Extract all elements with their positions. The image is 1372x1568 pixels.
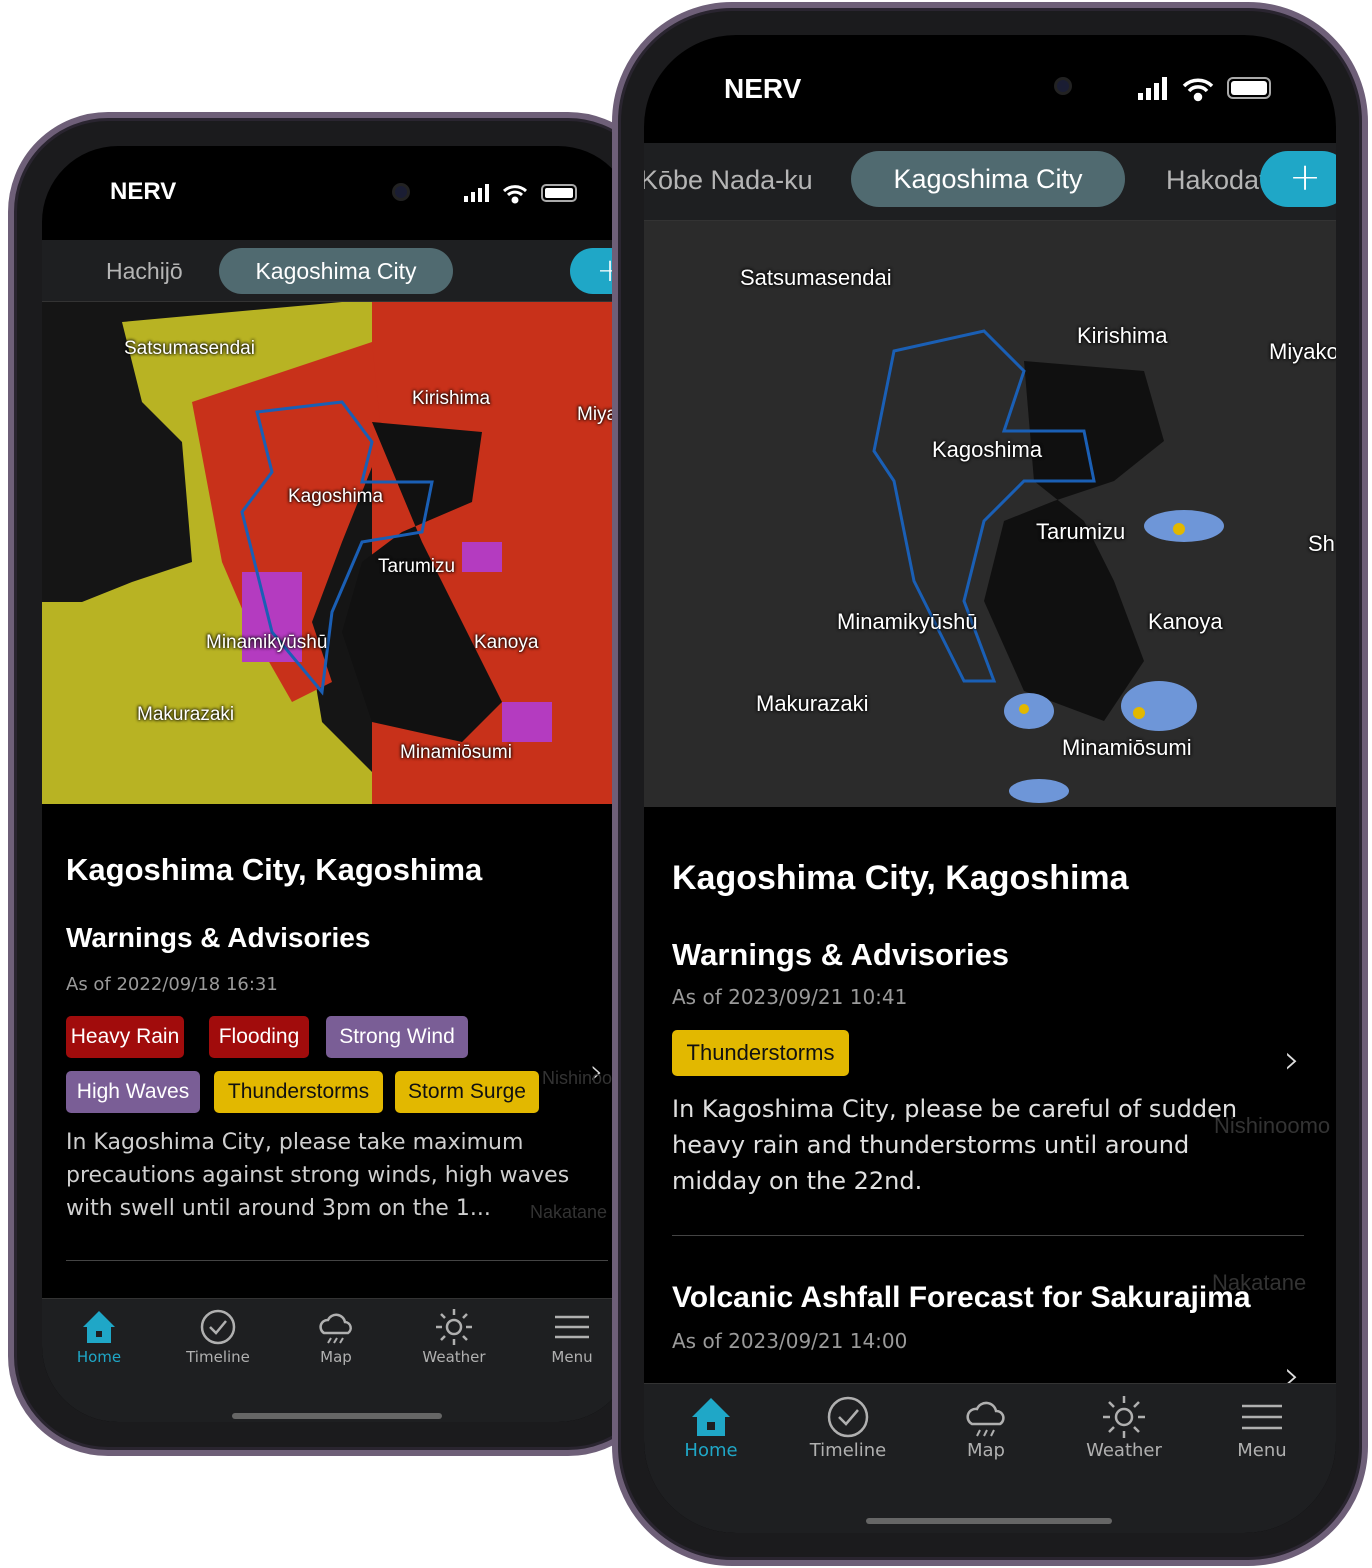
- wifi-icon: [1182, 78, 1214, 102]
- cloud-rain-icon: [966, 1401, 1005, 1437]
- map-label: Kanoya: [1148, 609, 1223, 634]
- map-label: Makurazaki: [756, 691, 869, 716]
- location-tabs: Kōbe Nada-ku Kagoshima City Hakodate +: [644, 143, 1336, 221]
- tab-kagoshima-city[interactable]: Kagoshima City: [851, 151, 1125, 207]
- map-label: Kagoshima: [288, 486, 384, 507]
- nav-map[interactable]: Map: [296, 1307, 376, 1366]
- nav-home[interactable]: Home: [59, 1307, 139, 1366]
- badge-thunderstorms[interactable]: Thunderstorms: [672, 1030, 849, 1076]
- signal-icon: [1138, 77, 1167, 100]
- bottom-nav: Home Timeline Map Weather Menu: [42, 1298, 634, 1422]
- badge-high-waves[interactable]: High Waves: [66, 1071, 200, 1113]
- status-bar: NERV: [644, 35, 1336, 125]
- map-label: Makurazaki: [137, 704, 235, 725]
- nav-weather[interactable]: Weather: [414, 1307, 494, 1366]
- volcano-as-of: As of 2023/09/21 14:00: [672, 1329, 908, 1353]
- divider: [672, 1235, 1304, 1236]
- as-of-timestamp: As of 2022/09/18 16:31: [66, 974, 278, 995]
- as-of-timestamp: As of 2023/09/21 10:41: [672, 985, 908, 1009]
- home-icon: [83, 1311, 115, 1343]
- home-icon: [692, 1398, 730, 1436]
- radar-map[interactable]: Satsumasendai Kirishima Miyako Kagoshima…: [644, 221, 1336, 807]
- right-phone: NERV Kōbe Nada-ku Kagoshima City Hakodat…: [612, 2, 1368, 1566]
- nav-menu[interactable]: Menu: [1217, 1394, 1307, 1461]
- badge-strong-wind[interactable]: Strong Wind: [326, 1016, 468, 1058]
- nav-timeline[interactable]: Timeline: [178, 1307, 258, 1366]
- home-indicator: [232, 1413, 442, 1419]
- check-circle-icon: [827, 1396, 869, 1438]
- carrier-label: NERV: [724, 73, 802, 104]
- left-phone: NERV Hachijō Kagoshima City + Satsumasen…: [8, 112, 668, 1456]
- nav-timeline[interactable]: Timeline: [803, 1394, 893, 1461]
- hamburger-menu-icon: [1242, 1404, 1282, 1430]
- map-label: Satsumasendai: [740, 265, 892, 290]
- map-label: Sh: [1308, 531, 1335, 556]
- radar-map-shapes: [872, 329, 1224, 803]
- battery-icon: [541, 184, 577, 202]
- location-title: Kagoshima City, Kagoshima: [672, 859, 1129, 897]
- volcano-title[interactable]: Volcanic Ashfall Forecast for Sakurajima: [672, 1281, 1251, 1315]
- map-label: Minamiōsumi: [400, 742, 512, 763]
- warning-description: In Kagoshima City, please take maximum p…: [66, 1130, 570, 1221]
- status-bar: NERV: [42, 146, 634, 236]
- bottom-nav: Home Timeline Map Weather Menu: [644, 1383, 1336, 1533]
- map-label: Minamikyūshū: [206, 632, 328, 653]
- badge-storm-surge[interactable]: Storm Surge: [395, 1071, 539, 1113]
- battery-icon: [1227, 77, 1271, 99]
- hamburger-menu-icon: [555, 1315, 589, 1339]
- section-title: Warnings & Advisories: [66, 922, 371, 953]
- right-screen: NERV Kōbe Nada-ku Kagoshima City Hakodat…: [644, 35, 1336, 1533]
- map-label: Tarumizu: [1036, 519, 1126, 544]
- signal-icon: [464, 184, 489, 202]
- location-tabs: Hachijō Kagoshima City +: [42, 240, 634, 302]
- map-label: Miyako: [1269, 339, 1336, 364]
- divider: [66, 1260, 608, 1261]
- nav-home[interactable]: Home: [666, 1394, 756, 1461]
- warning-map-shapes: [42, 302, 634, 804]
- nav-weather[interactable]: Weather: [1079, 1394, 1169, 1461]
- warning-map[interactable]: Satsumasendai Kirishima Miya Kagoshima T…: [42, 302, 634, 804]
- wifi-icon: [502, 185, 528, 204]
- carrier-label: NERV: [110, 178, 177, 205]
- tab-hachijo[interactable]: Hachijō: [106, 258, 183, 285]
- map-label: Kagoshima: [932, 437, 1043, 462]
- check-circle-icon: [200, 1309, 236, 1345]
- sun-icon: [436, 1309, 472, 1345]
- cloud-rain-icon: [319, 1313, 352, 1344]
- left-screen: NERV Hachijō Kagoshima City + Satsumasen…: [42, 146, 634, 1422]
- map-label: Satsumasendai: [124, 338, 255, 359]
- map-label: Minamikyūshū: [837, 609, 978, 634]
- location-title: Kagoshima City, Kagoshima: [66, 852, 483, 887]
- add-location-button[interactable]: +: [1260, 151, 1336, 207]
- home-indicator: [866, 1518, 1112, 1524]
- map-label: Minamiōsumi: [1062, 735, 1192, 760]
- status-icons: [464, 184, 577, 204]
- chevron-right-icon[interactable]: ›: [1284, 1037, 1300, 1083]
- section-title: Warnings & Advisories: [672, 937, 1010, 972]
- badge-thunderstorms[interactable]: Thunderstorms: [214, 1071, 383, 1113]
- status-icons: [1138, 77, 1271, 102]
- dynamic-island: [878, 55, 1096, 117]
- badge-heavy-rain[interactable]: Heavy Rain: [66, 1016, 184, 1058]
- nav-map[interactable]: Map: [941, 1394, 1031, 1461]
- tab-kobe-nada-ku[interactable]: Kōbe Nada-ku: [644, 165, 813, 196]
- dynamic-island: [242, 166, 428, 218]
- map-label: Kanoya: [474, 632, 539, 653]
- sun-icon: [1103, 1396, 1145, 1438]
- tab-kagoshima-city[interactable]: Kagoshima City: [219, 248, 453, 294]
- map-label: Tarumizu: [378, 556, 456, 577]
- nav-menu[interactable]: Menu: [532, 1307, 612, 1366]
- map-label: Kirishima: [1077, 323, 1168, 348]
- warning-description: In Kagoshima City, please be careful of …: [672, 1095, 1238, 1195]
- map-label: Kirishima: [412, 388, 491, 409]
- badge-flooding[interactable]: Flooding: [209, 1016, 309, 1058]
